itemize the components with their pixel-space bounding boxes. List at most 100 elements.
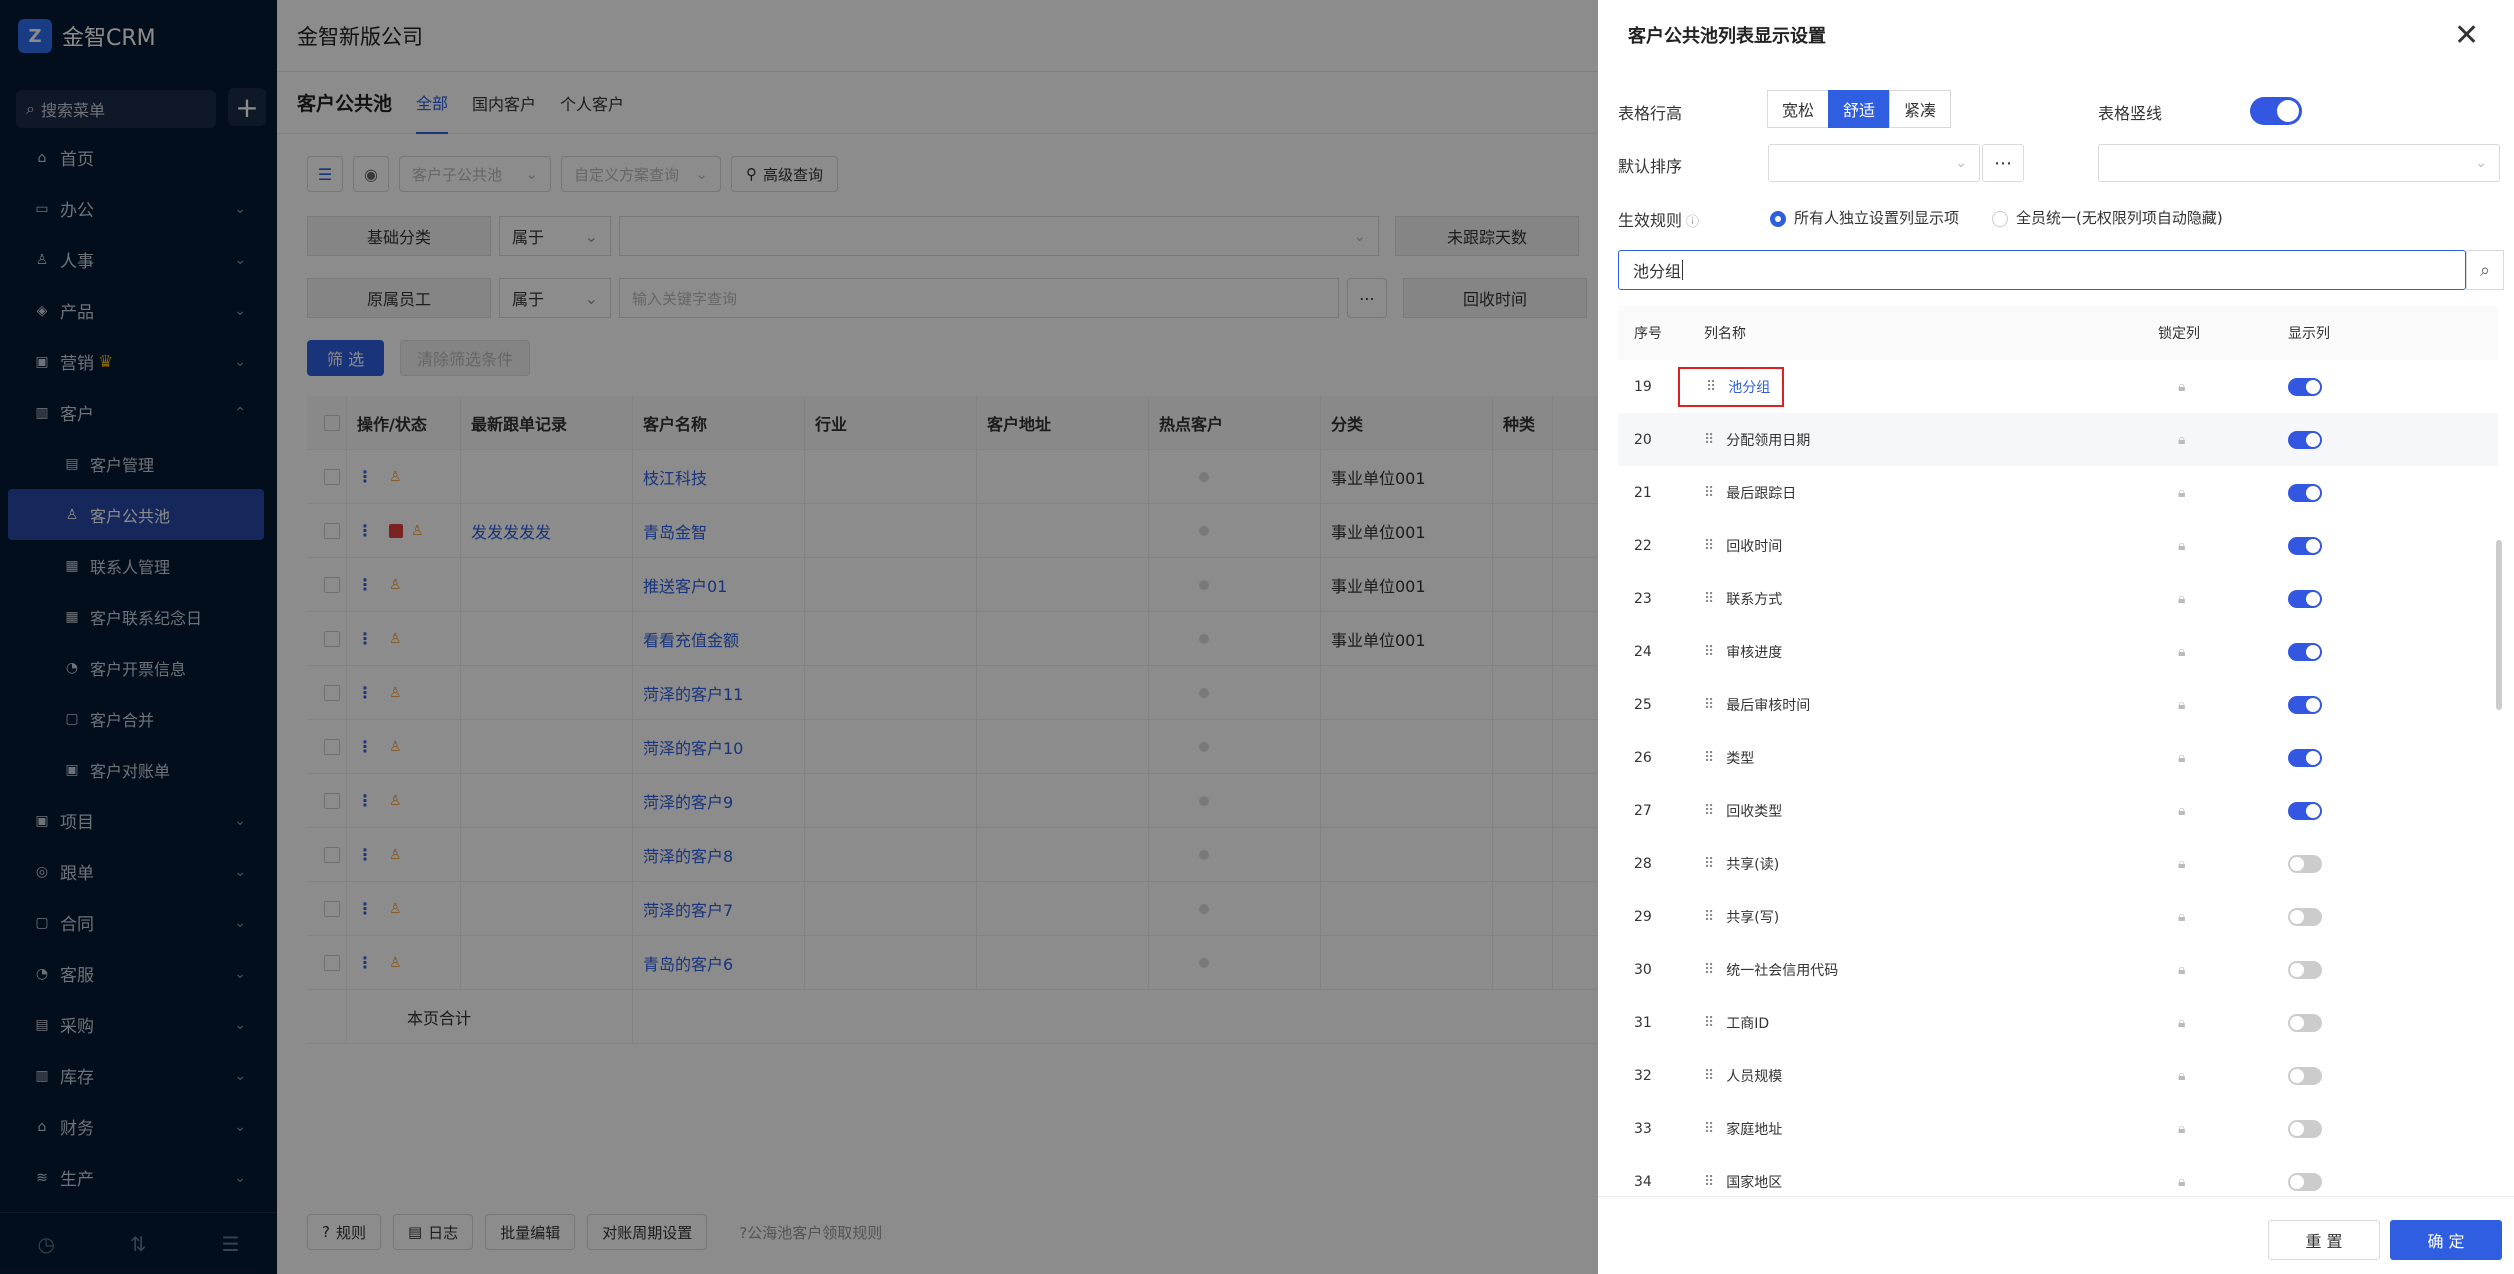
show-column-toggle[interactable]: [2288, 960, 2322, 979]
lock-icon[interactable]: 🔒︎: [2178, 485, 2185, 501]
sort-order-select[interactable]: ⌄: [2098, 144, 2500, 182]
lock-icon[interactable]: 🔒︎: [2178, 538, 2185, 554]
column-setting-row[interactable]: 19 ⠿ 池分组 🔒︎: [1618, 360, 2498, 413]
drag-handle-icon[interactable]: ⠿: [1704, 1174, 1714, 1190]
drag-handle-icon[interactable]: ⠿: [1706, 379, 1716, 395]
rule-option-unified[interactable]: 全员统一(无权限列项自动隐藏): [1992, 207, 2223, 228]
show-column-toggle[interactable]: [2288, 430, 2322, 449]
show-column-toggle[interactable]: [2288, 801, 2322, 820]
lock-icon[interactable]: 🔒︎: [2178, 856, 2185, 872]
show-column-toggle[interactable]: [2288, 695, 2322, 714]
vertical-line-toggle[interactable]: [2250, 97, 2302, 125]
show-cell: [2268, 1013, 2468, 1032]
show-column-toggle[interactable]: [2288, 1119, 2322, 1138]
search-button[interactable]: ⌕: [2466, 250, 2504, 290]
lock-icon[interactable]: 🔒︎: [2178, 962, 2185, 978]
lock-icon[interactable]: 🔒︎: [2178, 697, 2185, 713]
column-name-wrap: ⠿ 类型: [1690, 748, 1754, 768]
column-setting-row[interactable]: 20 ⠿ 分配领用日期 🔒︎: [1618, 413, 2498, 466]
column-name: 回收类型: [1726, 803, 1783, 820]
column-setting-row[interactable]: 30 ⠿ 统一社会信用代码 🔒︎: [1618, 943, 2498, 996]
lock-icon[interactable]: 🔒︎: [2178, 1174, 2185, 1190]
drag-handle-icon[interactable]: ⠿: [1704, 962, 1714, 978]
column-name-cell: ⠿ 审核进度: [1678, 642, 2148, 662]
drag-handle-icon[interactable]: ⠿: [1704, 591, 1714, 607]
drag-handle-icon[interactable]: ⠿: [1704, 432, 1714, 448]
drag-handle-icon[interactable]: ⠿: [1704, 750, 1714, 766]
drag-handle-icon[interactable]: ⠿: [1704, 909, 1714, 925]
lock-cell: 🔒︎: [2148, 644, 2268, 660]
show-column-toggle[interactable]: [2288, 536, 2322, 555]
lock-icon[interactable]: 🔒︎: [2178, 750, 2185, 766]
confirm-button[interactable]: 确 定: [2390, 1220, 2502, 1260]
show-column-toggle[interactable]: [2288, 907, 2322, 926]
show-column-toggle[interactable]: [2288, 483, 2322, 502]
lock-icon[interactable]: 🔒︎: [2178, 1121, 2185, 1137]
scrollbar[interactable]: [2496, 540, 2502, 710]
column-name-wrap: ⠿ 回收类型: [1690, 801, 1782, 821]
sort-field-select[interactable]: ⌄: [1768, 144, 1980, 182]
column-name-cell: ⠿ 池分组: [1678, 366, 2148, 407]
drag-handle-icon[interactable]: ⠿: [1704, 856, 1714, 872]
column-setting-row[interactable]: 29 ⠿ 共享(写) 🔒︎: [1618, 890, 2498, 943]
drag-handle-icon[interactable]: ⠿: [1704, 697, 1714, 713]
lock-cell: 🔒︎: [2148, 803, 2268, 819]
show-column-toggle[interactable]: [2288, 1172, 2322, 1191]
sort-more-button[interactable]: ⋯: [1982, 144, 2024, 182]
radio: [1992, 210, 2008, 227]
lock-icon[interactable]: 🔒︎: [2178, 591, 2185, 607]
reset-button[interactable]: 重 置: [2268, 1220, 2380, 1260]
drag-handle-icon[interactable]: ⠿: [1704, 803, 1714, 819]
show-column-toggle[interactable]: [2288, 377, 2322, 396]
rule-option-individual[interactable]: 所有人独立设置列显示项: [1770, 207, 1959, 228]
column-setting-row[interactable]: 34 ⠿ 国家地区 🔒︎: [1618, 1155, 2498, 1196]
show-column-toggle[interactable]: [2288, 748, 2322, 767]
lock-icon[interactable]: 🔒︎: [2178, 803, 2185, 819]
drag-handle-icon[interactable]: ⠿: [1704, 538, 1714, 554]
close-icon[interactable]: ✕: [2454, 18, 2479, 53]
column-setting-row[interactable]: 25 ⠿ 最后审核时间 🔒︎: [1618, 678, 2498, 731]
lock-icon[interactable]: 🔒︎: [2178, 909, 2185, 925]
drag-handle-icon[interactable]: ⠿: [1704, 1068, 1714, 1084]
show-column-toggle[interactable]: [2288, 1013, 2322, 1032]
column-setting-row[interactable]: 27 ⠿ 回收类型 🔒︎: [1618, 784, 2498, 837]
column-setting-row[interactable]: 33 ⠿ 家庭地址 🔒︎: [1618, 1102, 2498, 1155]
column-name: 共享(读): [1726, 856, 1780, 873]
column-setting-row[interactable]: 22 ⠿ 回收时间 🔒︎: [1618, 519, 2498, 572]
drag-handle-icon[interactable]: ⠿: [1704, 1121, 1714, 1137]
column-setting-row[interactable]: 21 ⠿ 最后跟踪日 🔒︎: [1618, 466, 2498, 519]
column-search-input[interactable]: 池分组: [1618, 250, 2466, 290]
column-setting-row[interactable]: 32 ⠿ 人员规模 🔒︎: [1618, 1049, 2498, 1102]
lock-icon[interactable]: 🔒︎: [2178, 1068, 2185, 1084]
show-cell: [2268, 854, 2468, 873]
column-name-wrap: ⠿ 共享(读): [1690, 854, 1779, 874]
column-name-wrap: ⠿ 审核进度: [1690, 642, 1782, 662]
column-name-cell: ⠿ 回收类型: [1678, 801, 2148, 821]
drag-handle-icon[interactable]: ⠿: [1704, 485, 1714, 501]
modal-overlay[interactable]: [0, 0, 1598, 1274]
column-setting-row[interactable]: 28 ⠿ 共享(读) 🔒︎: [1618, 837, 2498, 890]
lock-icon[interactable]: 🔒︎: [2178, 1015, 2185, 1031]
lock-icon[interactable]: 🔒︎: [2178, 644, 2185, 660]
column-name: 联系方式: [1726, 591, 1783, 608]
column-setting-row[interactable]: 31 ⠿ 工商ID 🔒︎: [1618, 996, 2498, 1049]
chevron-down-icon: ⌄: [1955, 155, 1967, 171]
show-column-toggle[interactable]: [2288, 854, 2322, 873]
show-column-toggle[interactable]: [2288, 1066, 2322, 1085]
row-height-option-selected[interactable]: 舒适: [1828, 90, 1891, 128]
column-setting-row[interactable]: 23 ⠿ 联系方式 🔒︎: [1618, 572, 2498, 625]
column-name: 审核进度: [1726, 644, 1783, 661]
help-icon: ⓘ: [1686, 215, 1700, 230]
column-setting-row[interactable]: 24 ⠿ 审核进度 🔒︎: [1618, 625, 2498, 678]
row-height-option[interactable]: 紧凑: [1889, 90, 1952, 128]
column-name-cell: ⠿ 分配领用日期: [1678, 430, 2148, 450]
lock-icon[interactable]: 🔒︎: [2178, 432, 2185, 448]
column-setting-row[interactable]: 26 ⠿ 类型 🔒︎: [1618, 731, 2498, 784]
row-height-option[interactable]: 宽松: [1767, 90, 1830, 128]
column-name-cell: ⠿ 工商ID: [1678, 1013, 2148, 1033]
show-column-toggle[interactable]: [2288, 642, 2322, 661]
lock-icon[interactable]: 🔒︎: [2178, 379, 2185, 395]
drag-handle-icon[interactable]: ⠿: [1704, 644, 1714, 660]
drag-handle-icon[interactable]: ⠿: [1704, 1015, 1714, 1031]
show-column-toggle[interactable]: [2288, 589, 2322, 608]
